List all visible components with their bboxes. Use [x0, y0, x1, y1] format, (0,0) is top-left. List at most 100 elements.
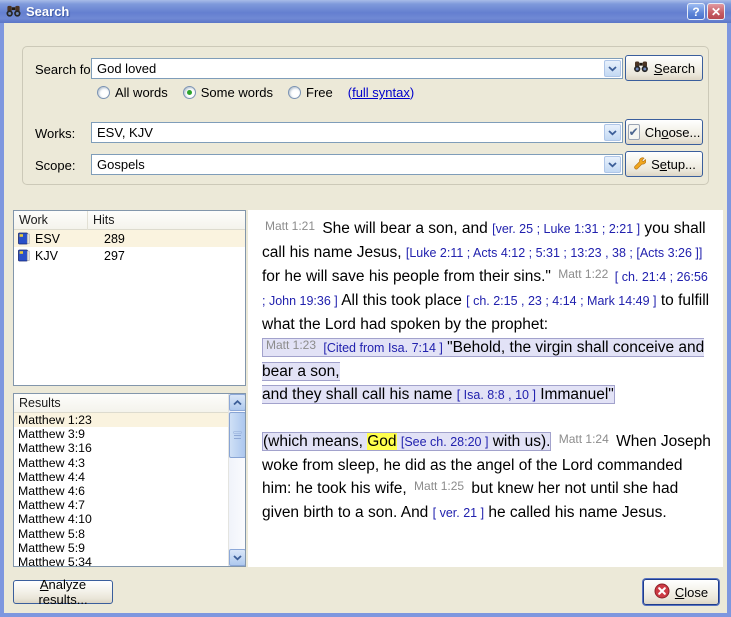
verse-text: (which means,	[263, 433, 367, 450]
results-header[interactable]: Results	[14, 394, 228, 413]
result-item[interactable]: Matthew 4:4	[14, 470, 228, 484]
scope-label: Scope:	[35, 158, 75, 173]
binoculars-icon	[633, 61, 649, 76]
works-hits-panel: Work Hits ESV289KJV297	[13, 210, 246, 386]
verse-text: with us).	[488, 433, 550, 450]
cross-reference-link[interactable]: [See ch. 28:20 ]	[401, 435, 489, 449]
cross-reference-link[interactable]: [Cited from Isa. 7:14 ]	[323, 341, 443, 355]
radio-selected-icon[interactable]	[183, 86, 196, 99]
works-label: Works:	[35, 126, 75, 141]
verse-text: Immanuel"	[536, 386, 614, 403]
cross-reference-link[interactable]: [ ch. 2:15 , 23 ; 4:14 ; Mark 14:49 ]	[466, 294, 656, 308]
result-item[interactable]: Matthew 4:10	[14, 512, 228, 526]
result-item[interactable]: Matthew 1:23	[14, 413, 228, 427]
works-combobox[interactable]: ESV, KJV	[91, 122, 623, 143]
radio-unselected-icon[interactable]	[288, 86, 301, 99]
work-row[interactable]: ESV289	[14, 230, 245, 247]
titlebar[interactable]: Search ? ✕	[0, 0, 731, 23]
radio-unselected-icon[interactable]	[97, 86, 110, 99]
cross-reference-link[interactable]: [ Isa. 8:8 , 10 ]	[457, 388, 536, 402]
close-button-label: Close	[675, 585, 708, 600]
search-button-label: Search	[654, 61, 695, 76]
scope-combobox-value[interactable]: Gospels	[92, 157, 604, 172]
work-row[interactable]: KJV297	[14, 247, 245, 264]
cross-reference-link[interactable]: [ver. 25 ; Luke 1:31 ; 2:21 ]	[492, 222, 640, 236]
verse-reference-label: Matt 1:25	[411, 479, 467, 493]
works-table-body: ESV289KJV297	[14, 230, 245, 264]
radio-label: Some words	[201, 85, 273, 100]
result-item[interactable]: Matthew 5:34	[14, 555, 228, 566]
window-title: Search	[26, 4, 69, 19]
verse-paragraph: (which means, God [See ch. 28:20 ] with …	[262, 430, 713, 525]
wrench-icon	[632, 156, 646, 173]
search-button[interactable]: Search	[625, 55, 703, 81]
setup-button-label: Setup...	[651, 157, 696, 172]
works-combobox-dropdown-button[interactable]	[604, 124, 621, 141]
works-table-header: Work Hits	[14, 211, 245, 230]
cross-reference-link[interactable]: [ ver. 21 ]	[433, 506, 484, 520]
result-item[interactable]: Matthew 4:3	[14, 456, 228, 470]
work-column-header[interactable]: Work	[14, 211, 88, 230]
scroll-down-button[interactable]	[229, 549, 246, 566]
works-combobox-value[interactable]: ESV, KJV	[92, 125, 604, 140]
scope-combobox[interactable]: Gospels	[91, 154, 623, 175]
radio-option-all-words[interactable]: All words	[97, 85, 168, 100]
work-name: KJV	[35, 249, 82, 263]
titlebar-close-button[interactable]: ✕	[707, 3, 725, 20]
search-input-combobox[interactable]: God loved	[91, 58, 623, 79]
verse-text: for he will save his people from their s…	[262, 268, 555, 285]
chevron-down-icon	[233, 555, 242, 561]
book-icon	[18, 232, 30, 245]
results-header-label: Results	[14, 394, 61, 413]
result-item[interactable]: Matthew 5:9	[14, 541, 228, 555]
verse-text: All this took place	[338, 292, 466, 309]
book-icon	[18, 249, 30, 262]
search-combobox-dropdown-button[interactable]	[604, 60, 621, 77]
verse-text: he called his name Jesus.	[484, 504, 667, 521]
result-item[interactable]: Matthew 3:16	[14, 441, 228, 455]
choose-button-label: Choose...	[645, 125, 701, 140]
full-syntax-group: (full syntax)	[348, 85, 415, 100]
result-item[interactable]: Matthew 5:8	[14, 527, 228, 541]
full-syntax-link[interactable]: full syntax	[352, 85, 410, 100]
verse-preview-pane[interactable]: Matt 1:21 She will bear a son, and [ver.…	[248, 210, 723, 567]
chevron-down-icon	[608, 130, 617, 136]
verse-reference-label: Matt 1:24	[556, 432, 612, 446]
result-item[interactable]: Matthew 4:6	[14, 484, 228, 498]
scope-combobox-dropdown-button[interactable]	[604, 156, 621, 173]
results-scrollbar[interactable]	[228, 394, 245, 566]
search-combobox-value[interactable]: God loved	[92, 61, 604, 76]
work-hits: 289	[104, 232, 125, 246]
close-button[interactable]: Close	[643, 579, 719, 605]
results-list: Matthew 1:23Matthew 3:9Matthew 3:16Matth…	[14, 413, 228, 566]
help-button[interactable]: ?	[687, 3, 705, 20]
result-item[interactable]: Matthew 3:9	[14, 427, 228, 441]
verse-paragraph: Matt 1:23 [Cited from Isa. 7:14 ] "Behol…	[262, 336, 713, 407]
results-panel: Results Matthew 1:23Matthew 3:9Matthew 3…	[13, 393, 246, 567]
search-groupbox: Search for: God loved	[22, 46, 709, 185]
verse-text: and they shall call his name	[262, 386, 457, 403]
paren-close: )	[410, 85, 414, 100]
radio-option-some-words[interactable]: Some words	[183, 85, 273, 100]
chevron-down-icon	[608, 162, 617, 168]
analyze-results-button[interactable]: Analyze results...	[13, 580, 113, 604]
binoculars-icon	[6, 5, 21, 18]
selected-verse-block: Matt 1:23 [Cited from Isa. 7:14 ] "Behol…	[262, 338, 704, 404]
cross-reference-link[interactable]: [Luke 2:11 ; Acts 4:12 ; 5:31 ; 13:23 , …	[406, 246, 702, 260]
radio-option-free[interactable]: Free	[288, 85, 333, 100]
verse-reference-label: Matt 1:23	[263, 338, 319, 352]
search-hit-highlight: God	[367, 433, 396, 450]
verse-reference-label: Matt 1:21	[262, 219, 318, 233]
result-item[interactable]: Matthew 4:7	[14, 498, 228, 512]
search-mode-radio-group: All words Some words Free (full syntax)	[97, 85, 414, 100]
scrollbar-thumb[interactable]	[229, 412, 246, 458]
hits-column-header[interactable]: Hits	[88, 211, 115, 230]
verse-text: She will bear a son, and	[318, 220, 492, 237]
dialog-body: Search for: God loved	[4, 23, 727, 613]
scroll-up-button[interactable]	[229, 394, 246, 411]
choose-button[interactable]: ✔ Choose...	[625, 119, 703, 145]
verse-paragraph: Matt 1:21 She will bear a son, and [ver.…	[262, 217, 713, 336]
search-for-label: Search for:	[35, 62, 99, 77]
setup-button[interactable]: Setup...	[625, 151, 703, 177]
analyze-results-label: Analyze results...	[20, 577, 106, 607]
